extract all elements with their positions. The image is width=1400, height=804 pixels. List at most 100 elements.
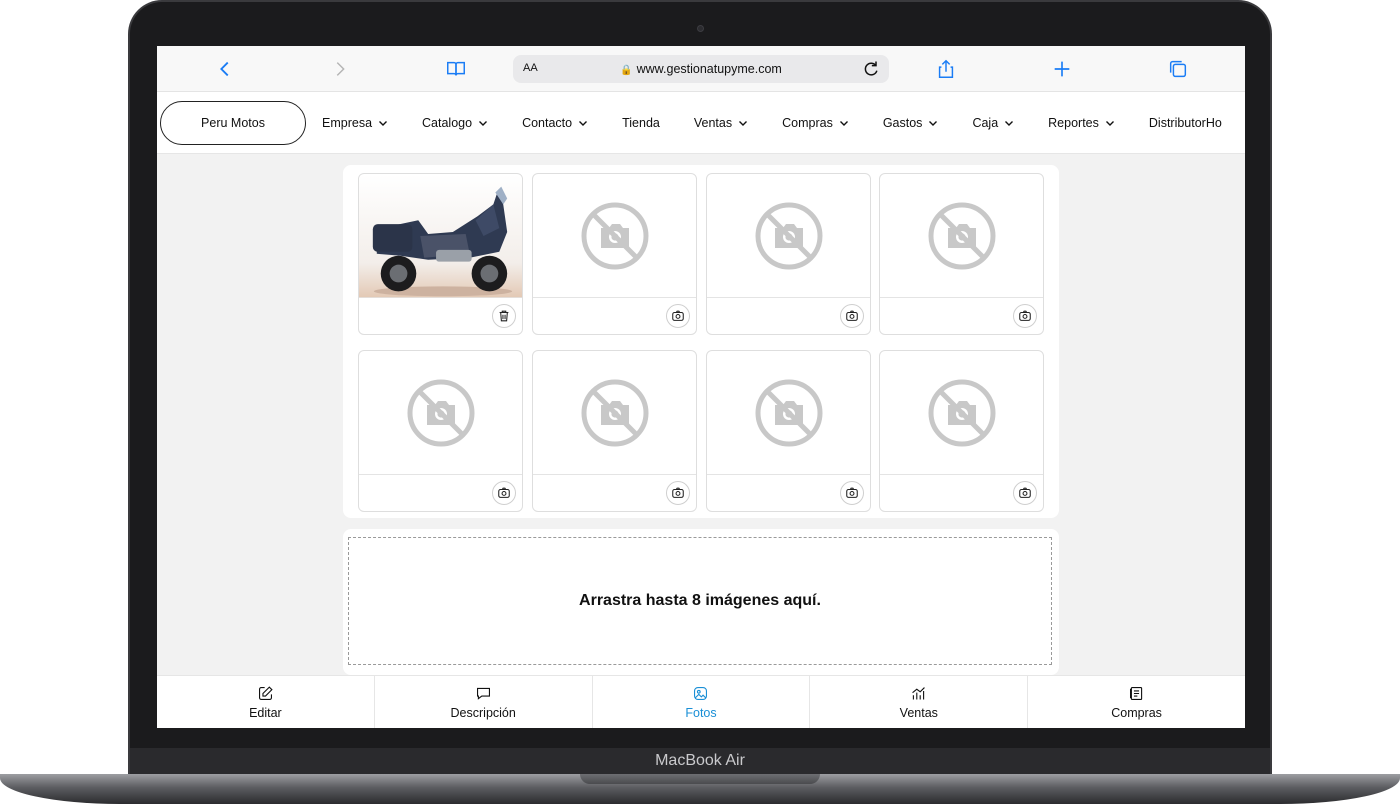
- camera-icon: [1019, 487, 1031, 498]
- webcam: [697, 25, 704, 32]
- no-photo-icon: [928, 202, 995, 269]
- chevron-down-icon: [479, 121, 488, 126]
- nav-item-label: Ventas: [693, 116, 733, 130]
- upload-photo-button[interactable]: [840, 481, 864, 505]
- upload-photo-button[interactable]: [840, 304, 864, 328]
- tab-label: Descripción: [450, 705, 516, 720]
- no-photo-icon: [581, 202, 648, 269]
- tabs-overview-button[interactable]: [1165, 56, 1191, 82]
- tab-fotos[interactable]: Fotos: [593, 676, 811, 728]
- chevron-down-icon: [1005, 121, 1014, 126]
- nav-item-catalogo[interactable]: Catalogo: [422, 116, 488, 130]
- delete-photo-button[interactable]: [492, 304, 516, 328]
- camera-icon: [846, 310, 858, 321]
- address-bar[interactable]: AA 🔒 www.gestionatupyme.com: [513, 55, 889, 83]
- chevron-down-icon: [839, 121, 848, 126]
- share-button[interactable]: [933, 56, 959, 82]
- upload-photo-button[interactable]: [666, 481, 690, 505]
- tab-descripcion[interactable]: Descripción: [375, 676, 593, 728]
- nav-item-empresa[interactable]: Empresa: [322, 116, 388, 130]
- motorcycle-photo: [359, 174, 522, 297]
- nav-item-label: Empresa: [322, 116, 373, 130]
- plus-icon: [1054, 61, 1070, 77]
- nav-item-caja[interactable]: Caja: [972, 116, 1014, 130]
- new-tab-button[interactable]: [1049, 56, 1075, 82]
- chart-icon: [912, 686, 926, 699]
- photo-slot[interactable]: [706, 173, 871, 335]
- upload-photo-button[interactable]: [1013, 304, 1037, 328]
- photo-placeholder: [707, 351, 870, 475]
- photo-slot[interactable]: [358, 350, 523, 512]
- nav-item-distributorho[interactable]: DistributorHo: [1149, 116, 1222, 130]
- upload-photo-button[interactable]: [492, 481, 516, 505]
- nav-menu: Empresa Catalogo Contacto Tienda Ventas Compr…: [322, 92, 1245, 154]
- no-photo-icon: [755, 379, 822, 446]
- photo-slot[interactable]: [532, 173, 697, 335]
- upload-photo-button[interactable]: [1013, 481, 1037, 505]
- photo-thumbnail: [359, 174, 522, 298]
- camera-icon: [672, 487, 684, 498]
- no-photo-icon: [581, 379, 648, 446]
- no-photo-icon: [928, 379, 995, 446]
- reload-icon[interactable]: [861, 59, 881, 79]
- invoice-icon: [1130, 686, 1143, 700]
- nav-item-label: DistributorHo: [1148, 116, 1222, 130]
- no-photo-icon: [407, 379, 474, 446]
- photo-slot[interactable]: [879, 173, 1044, 335]
- nav-item-reportes[interactable]: Reportes: [1048, 116, 1115, 130]
- photo-placeholder: [880, 174, 1043, 298]
- camera-icon: [498, 487, 510, 498]
- nav-item-label: Catalogo: [422, 116, 473, 130]
- photo-slot[interactable]: [532, 350, 697, 512]
- bottom-tabbar: Editar Descripción Fotos Ventas Compras: [157, 675, 1245, 728]
- nav-item-label: Compras: [782, 116, 833, 130]
- camera-icon: [846, 487, 858, 498]
- screen: AA 🔒 www.gestionatupyme.com Peru Motos Em…: [157, 46, 1245, 728]
- photo-slot[interactable]: [879, 350, 1044, 512]
- nav-item-contacto[interactable]: Contacto: [522, 116, 588, 130]
- forward-button[interactable]: [327, 56, 353, 82]
- photo-placeholder: [880, 351, 1043, 475]
- tab-label: Editar: [249, 705, 282, 720]
- bookmarks-button[interactable]: [443, 56, 469, 82]
- laptop-notch: [580, 774, 820, 784]
- device-brand-label: MacBook Air: [655, 752, 745, 769]
- camera-icon: [1019, 310, 1031, 321]
- chevron-down-icon: [379, 121, 388, 126]
- lock-icon: 🔒: [620, 65, 633, 76]
- tab-label: Compras: [1111, 705, 1162, 720]
- chevron-down-icon: [579, 121, 588, 126]
- nav-item-label: Caja: [972, 116, 999, 130]
- nav-item-tienda[interactable]: Tienda: [622, 116, 660, 130]
- nav-item-label: Tienda: [622, 116, 660, 130]
- camera-icon: [672, 310, 684, 321]
- photo-slot[interactable]: [358, 173, 523, 335]
- no-photo-icon: [755, 202, 822, 269]
- tab-compras[interactable]: Compras: [1028, 676, 1245, 728]
- nav-item-label: Contacto: [522, 116, 573, 130]
- chevron-down-icon: [739, 121, 748, 126]
- photo-slot[interactable]: [706, 350, 871, 512]
- tab-editar[interactable]: Editar: [157, 676, 375, 728]
- dropzone-text: Arrastra hasta 8 imágenes aquí.: [579, 592, 821, 609]
- tab-ventas[interactable]: Ventas: [810, 676, 1029, 728]
- app-navigation: Peru Motos Empresa Catalogo Contacto Tienda…: [157, 92, 1245, 154]
- back-button[interactable]: [212, 56, 238, 82]
- dropzone-card: Arrastra hasta 8 imágenes aquí.: [343, 529, 1059, 675]
- tab-label: Fotos: [685, 705, 717, 720]
- image-dropzone[interactable]: Arrastra hasta 8 imágenes aquí.: [348, 537, 1052, 665]
- nav-item-ventas[interactable]: Ventas: [694, 116, 748, 130]
- photo-placeholder: [359, 351, 522, 475]
- upload-photo-button[interactable]: [666, 304, 690, 328]
- url-text: 🔒 www.gestionatupyme.com: [620, 62, 782, 76]
- photo-placeholder: [533, 351, 696, 475]
- photo-placeholder: [533, 174, 696, 298]
- book-icon: [447, 61, 465, 76]
- nav-item-compras[interactable]: Compras: [782, 116, 849, 130]
- nav-item-label: Reportes: [1048, 116, 1099, 130]
- nav-item-label: Gastos: [882, 116, 923, 130]
- company-selector[interactable]: Peru Motos: [160, 101, 306, 145]
- chevron-right-icon: [336, 62, 345, 76]
- photo-placeholder: [707, 174, 870, 298]
- nav-item-gastos[interactable]: Gastos: [883, 116, 939, 130]
